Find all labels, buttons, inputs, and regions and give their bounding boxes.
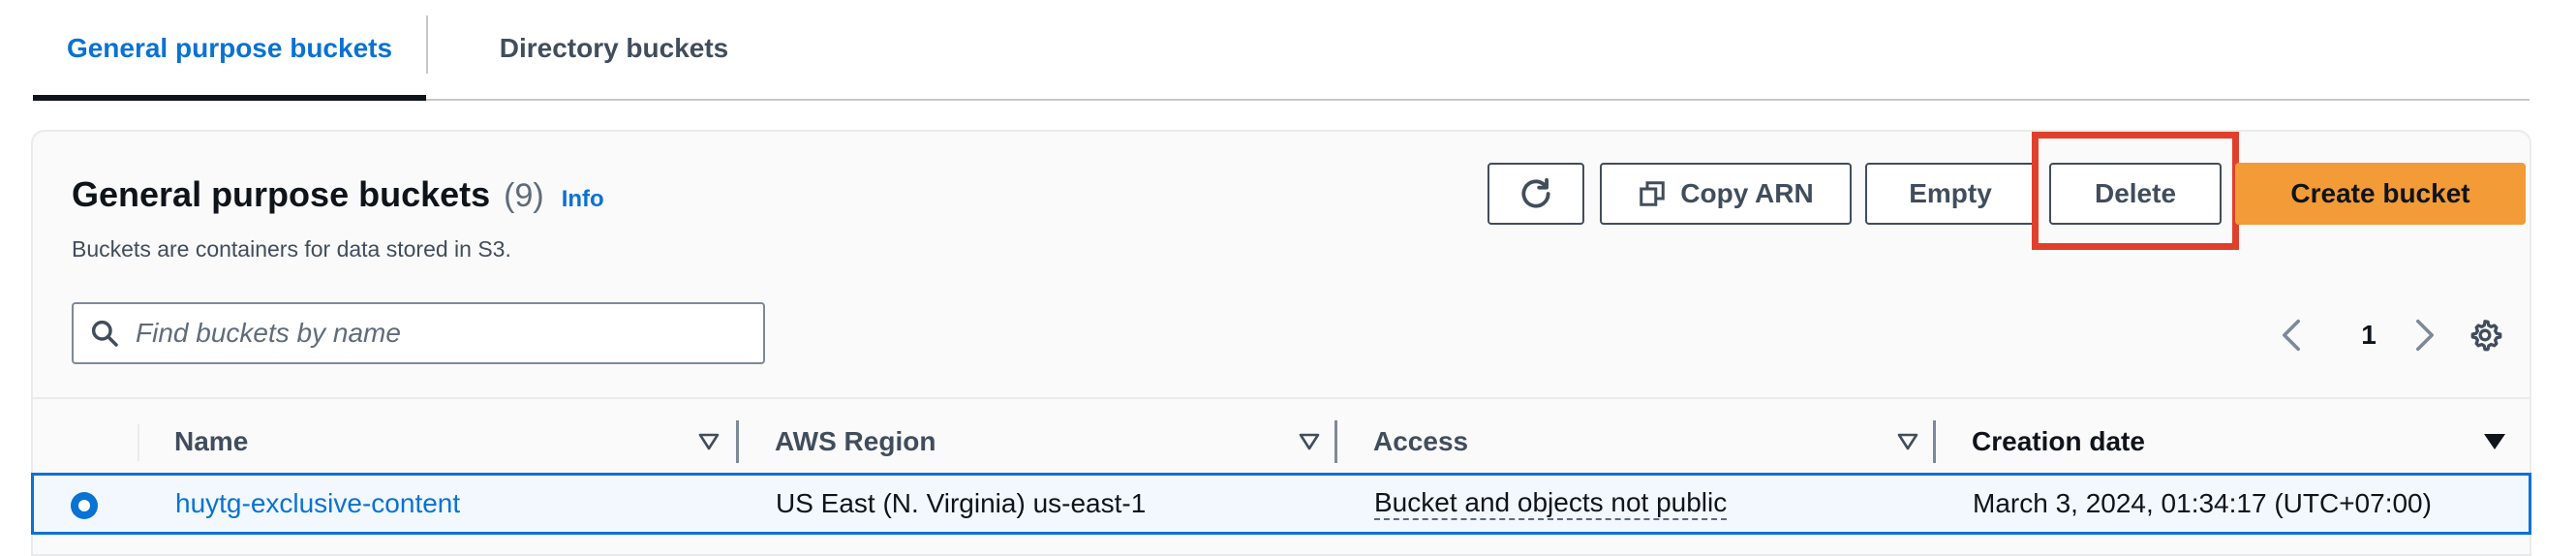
bucket-access-label[interactable]: Bucket and objects not public	[1374, 487, 1728, 521]
empty-label: Empty	[1909, 178, 1992, 208]
column-header-name[interactable]: Name	[174, 399, 248, 484]
column-header-aws-region[interactable]: AWS Region	[775, 399, 935, 484]
create-bucket-label: Create bucket	[2290, 178, 2470, 208]
bucket-name-link[interactable]: huytg-exclusive-content	[175, 476, 460, 532]
gear-icon	[2470, 320, 2502, 352]
search-icon	[74, 304, 136, 362]
search-field[interactable]	[72, 302, 765, 364]
bucket-type-tabs: General purpose buckets Directory bucket…	[33, 0, 2530, 101]
table-row[interactable]: huytg-exclusive-content US East (N. Virg…	[31, 473, 2531, 535]
bucket-count: (9)	[504, 177, 544, 214]
create-bucket-button[interactable]: Create bucket	[2235, 163, 2526, 225]
bucket-region: US East (N. Virginia) us-east-1	[776, 488, 1147, 518]
bucket-access[interactable]: Bucket and objects not public	[1374, 476, 1728, 532]
sort-descending-icon[interactable]	[2481, 428, 2508, 455]
delete-button[interactable]: Delete	[2049, 163, 2222, 225]
copy-arn-label: Copy ARN	[1680, 178, 1814, 208]
next-page-button[interactable]	[2406, 308, 2444, 362]
column-divider[interactable]	[1334, 420, 1337, 463]
column-divider[interactable]	[736, 420, 739, 463]
copy-icon	[1640, 181, 1666, 206]
page-title: General purpose buckets (9) Info	[72, 174, 604, 215]
tab-general-purpose-buckets[interactable]: General purpose buckets	[33, 0, 426, 97]
empty-button[interactable]: Empty	[1865, 163, 2036, 225]
column-header-creation-date[interactable]: Creation date	[1972, 399, 2145, 484]
sort-name-icon[interactable]	[695, 428, 722, 455]
page-number-button[interactable]: 1	[2342, 308, 2396, 362]
chevron-left-icon	[2282, 319, 2300, 352]
previous-page-button[interactable]	[2272, 308, 2311, 362]
refresh-button[interactable]	[1487, 163, 1584, 225]
copy-arn-button[interactable]: Copy ARN	[1600, 163, 1852, 225]
column-header-access[interactable]: Access	[1373, 399, 1468, 484]
delete-label: Delete	[2094, 178, 2177, 208]
radio-selected-dot	[78, 500, 90, 511]
column-divider[interactable]	[1933, 420, 1936, 463]
table-settings-button[interactable]	[2454, 308, 2516, 362]
panel-description: Buckets are containers for data stored i…	[72, 236, 511, 262]
sort-access-icon[interactable]	[1894, 428, 1921, 455]
bucket-creation-date: March 3, 2024, 01:34:17 (UTC+07:00)	[1973, 488, 2432, 518]
sort-region-icon[interactable]	[1296, 428, 1323, 455]
selection-column-divider	[138, 424, 139, 461]
search-input[interactable]	[136, 318, 763, 349]
tab-directory-buckets[interactable]: Directory buckets	[428, 0, 800, 97]
buckets-panel: General purpose buckets (9) Info Buckets…	[31, 130, 2531, 556]
row-select-radio[interactable]	[71, 492, 98, 519]
info-link[interactable]: Info	[562, 186, 604, 213]
chevron-right-icon	[2415, 319, 2434, 352]
active-tab-indicator	[33, 95, 426, 101]
panel-title: General purpose buckets	[72, 174, 491, 214]
refresh-icon	[1521, 177, 1550, 208]
table-header: Name AWS Region Access Creation date	[33, 397, 2530, 484]
